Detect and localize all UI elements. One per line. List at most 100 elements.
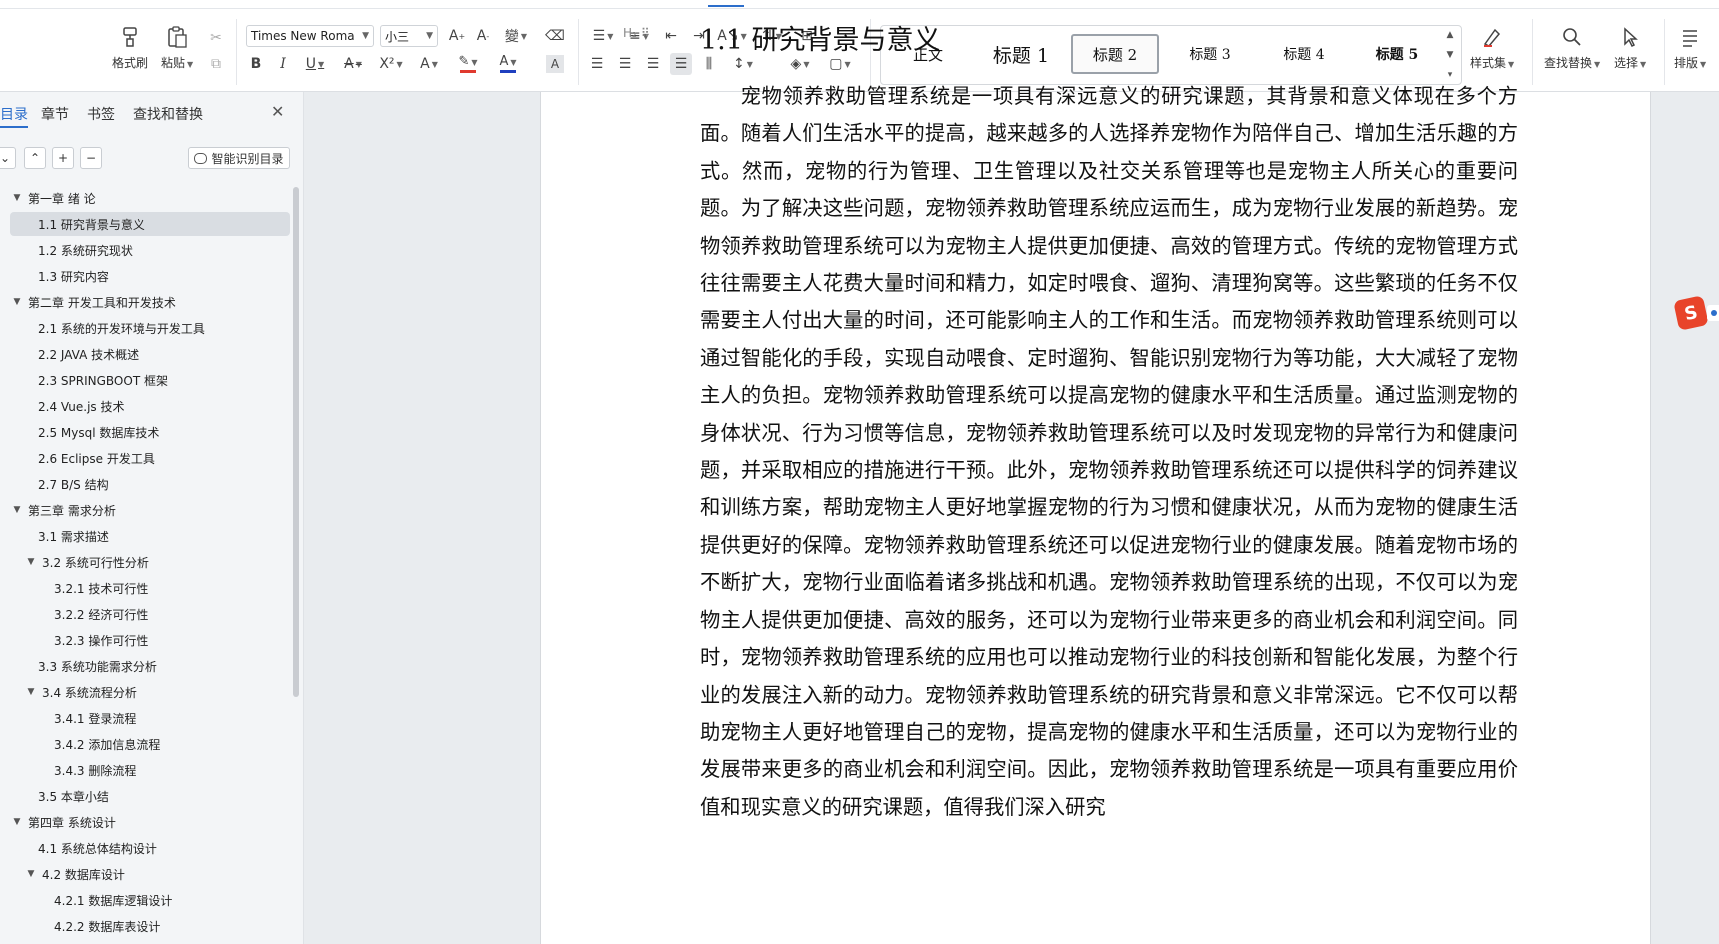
underline-icon[interactable]: U ▼ [300,53,330,75]
shrink-font-icon[interactable]: A- [472,25,494,47]
grow-font-icon[interactable]: A + [446,25,468,47]
toc-item[interactable]: 4.1 系统总体结构设计 [10,836,290,860]
body-paragraph[interactable]: 宠物领养救助管理系统是一项具有深远意义的研究课题，其背景和意义体现在多个方面。随… [700,78,1518,826]
layout-button[interactable]: 排版 ▼ [1674,23,1706,71]
toc-item[interactable]: 4.2.2 数据库表设计 [10,914,290,938]
justify-icon[interactable]: ☰ [670,53,692,75]
toc-item-label: 3.4.2 添加信息流程 [54,737,161,752]
select-button[interactable]: 选择 ▼ [1614,23,1646,71]
toc-item[interactable]: ▼ 第一章 绪 论 [10,186,290,210]
style-gallery-scroll[interactable]: ▲ ▼ ▾ [1443,30,1457,80]
toc-item[interactable]: 2.5 Mysql 数据库技术 [10,420,290,444]
paste-icon [162,23,192,51]
expand-toggle-icon[interactable]: ▼ [10,297,24,307]
expand-toggle-icon[interactable]: ▼ [10,193,24,203]
toc-item[interactable]: 1.1 研究背景与意义 [10,212,290,236]
toc-item[interactable]: 3.4.1 登录流程 [10,706,290,730]
align-left-icon[interactable]: ☰ [586,53,608,75]
bullet-list-icon[interactable]: ☰ ▼ [588,25,618,47]
toc-item[interactable]: 3.3 系统功能需求分析 [10,654,290,678]
toc-item[interactable]: 1.3 研究内容 [10,264,290,288]
font-family-select[interactable]: Times New Roma ▼ [246,25,374,47]
format-painter-button[interactable]: 格式刷 [112,23,148,71]
font-color-bar [500,70,516,73]
toc-item[interactable]: 3.2.3 操作可行性 [10,628,290,652]
toc-item[interactable]: 1.2 系统研究现状 [10,238,290,262]
character-shading-icon[interactable]: A [546,55,564,73]
toc-item[interactable]: 3.4.3 删除流程 [10,758,290,782]
toc-item[interactable]: ▼ 第二章 开发工具和开发技术 [10,290,290,314]
toc-item[interactable]: 2.6 Eclipse 开发工具 [10,446,290,470]
text-effect-icon[interactable]: A ▼ [414,53,444,75]
toc-item[interactable]: ▼ 3.2 系统可行性分析 [10,550,290,574]
toc-item[interactable]: 2.3 SPRINGBOOT 框架 [10,368,290,392]
close-icon[interactable]: ✕ [271,102,284,121]
toc-item[interactable]: ▼ 4.2 数据库设计 [10,862,290,886]
toc-item-label: 3.2.3 操作可行性 [54,633,149,648]
expand-toggle-icon[interactable]: ▼ [10,817,24,827]
style-heading-3[interactable]: 标题 3 [1167,34,1253,74]
move-up-button[interactable]: ⌃ [24,147,46,169]
toc-item[interactable]: 3.4.2 添加信息流程 [10,732,290,756]
section-heading[interactable]: 1.1 研究背景与意义 [700,18,941,57]
highlight-color-icon[interactable]: ✎ ▼ [452,53,484,75]
clear-format-icon[interactable]: ⌫ [544,25,566,47]
copy-icon[interactable]: ⧉ [206,53,226,75]
toc-item[interactable]: ▼ 3.4 系统流程分析 [10,680,290,704]
expand-toggle-icon[interactable]: ▼ [24,557,38,567]
toc-item-label: 3.2 系统可行性分析 [42,555,149,570]
toc-item[interactable]: ▼ 第三章 需求分析 [10,498,290,522]
italic-icon[interactable]: I [273,53,293,75]
tab-bookmarks[interactable]: 书签 [87,104,115,124]
toc-item[interactable]: 2.4 Vue.js 技术 [10,394,290,418]
add-heading-button[interactable]: + [52,147,74,169]
heading-level-marker[interactable]: H₂ ⠿ [623,26,651,40]
font-size-select[interactable]: 小三 ▼ [380,25,438,47]
drag-handle-icon[interactable]: ⠿ [641,26,651,40]
toc-item[interactable]: 4.2.1 数据库逻辑设计 [10,888,290,912]
remove-heading-button[interactable]: − [80,147,102,169]
smart-toc-button[interactable]: 智能识别目录 [188,147,290,169]
align-center-icon[interactable]: ☰ [614,53,636,75]
toc-item-label: 4.1 系统总体结构设计 [38,841,157,856]
bold-icon[interactable]: B [246,53,266,75]
toc-item-label: 3.4.1 登录流程 [54,711,137,726]
align-right-icon[interactable]: ☰ [642,53,664,75]
toc-item[interactable]: 2.7 B/S 结构 [10,472,290,496]
tab-find-replace[interactable]: 查找和替换 [133,104,203,124]
toc-item[interactable]: 3.2.1 技术可行性 [10,576,290,600]
strikethrough-icon[interactable]: A ▼ [338,53,368,75]
ime-toolbar-stub[interactable] [1707,305,1719,321]
expand-toggle-icon[interactable]: ▼ [10,505,24,515]
toc-item-label: 1.1 研究背景与意义 [38,217,145,232]
style-heading-5[interactable]: 标题 5 [1355,34,1439,74]
style-heading-2[interactable]: 标题 2 [1071,34,1159,74]
toc-item[interactable]: 3.1 需求描述 [10,524,290,548]
collapse-all-button[interactable]: ⌄ [0,147,16,169]
toc-item-label: 2.5 Mysql 数据库技术 [38,425,160,440]
nav-scrollbar[interactable] [293,187,299,697]
toc-item[interactable]: 3.2.2 经济可行性 [10,602,290,626]
navigation-pane: 目录 章节 书签 查找和替换 ✕ ⌄ ⌃ + − 智能识别目录 ▼ 第一章 绪 论… [0,92,304,944]
tab-chapters[interactable]: 章节 [41,104,69,124]
style-heading-1[interactable]: 标题 1 [979,34,1063,74]
styleset-label: 样式集 ▼ [1470,56,1515,70]
font-color-icon[interactable]: A ▼ [492,53,524,75]
paste-button[interactable]: 粘贴 ▼ [161,23,193,71]
toc-item[interactable]: 3.5 本章小结 [10,784,290,808]
find-replace-label: 查找替换 ▼ [1544,56,1601,70]
toc-item[interactable]: 2.2 JAVA 技术概述 [10,342,290,366]
find-replace-button[interactable]: 查找替换 ▼ [1544,23,1600,71]
style-heading-4[interactable]: 标题 4 [1261,34,1347,74]
phonetic-guide-icon[interactable]: 變 ▼ [500,25,532,47]
ime-logo-icon[interactable]: S [1673,295,1709,331]
cut-icon[interactable]: ✂ [206,27,226,49]
tab-toc[interactable]: 目录 [0,104,28,128]
toc-item[interactable]: ▼ 第四章 系统设计 [10,810,290,834]
styleset-button[interactable]: 样式集 ▼ [1470,23,1514,71]
expand-toggle-icon[interactable]: ▼ [24,687,38,697]
toc-item[interactable]: 2.1 系统的开发环境与开发工具 [10,316,290,340]
decrease-indent-icon[interactable]: ⇤ [660,25,682,47]
expand-toggle-icon[interactable]: ▼ [24,869,38,879]
superscript-icon[interactable]: X² ▼ [376,53,406,75]
